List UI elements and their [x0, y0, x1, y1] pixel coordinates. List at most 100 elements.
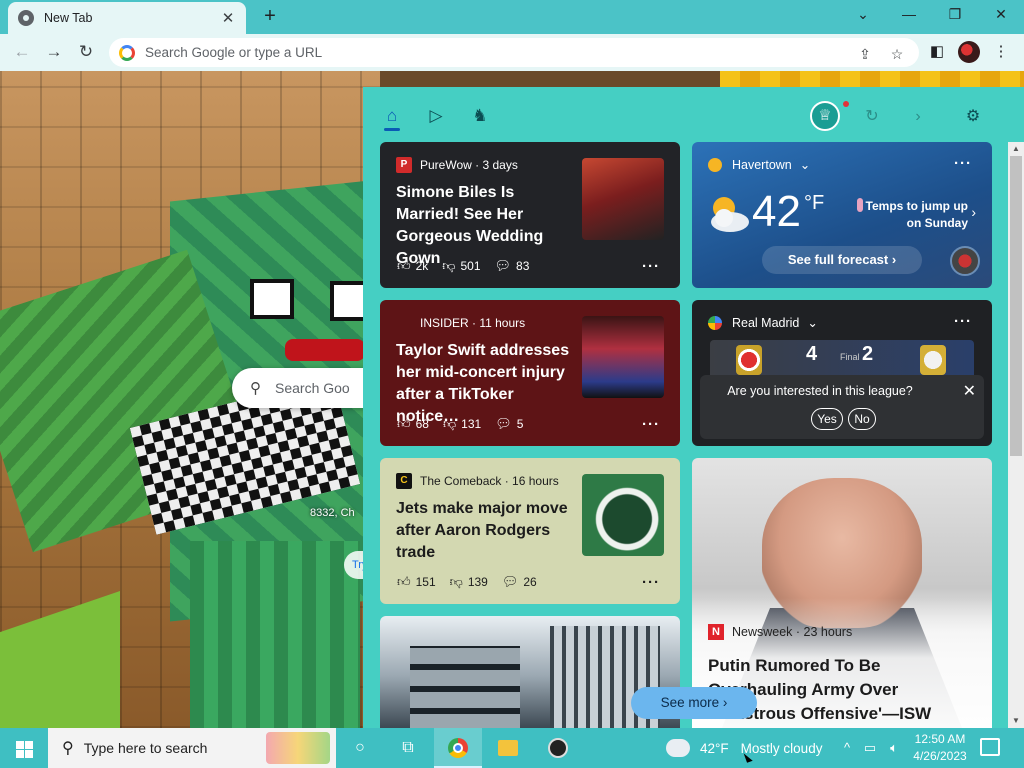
chevron-right-icon[interactable]: ›: [971, 204, 976, 220]
show-hidden-icons-chevron-up-icon[interactable]: ^: [838, 728, 856, 768]
refresh-icon[interactable]: ↻: [862, 107, 882, 127]
start-button[interactable]: [0, 728, 48, 768]
chrome-taskbar-button[interactable]: [434, 728, 482, 768]
windows-logo-icon: [25, 741, 33, 749]
reaction-bar: 👍︎ 68 👎︎ 131 💬︎ 5: [397, 416, 537, 432]
partly-cloudy-icon: [711, 197, 749, 232]
file-explorer-button[interactable]: [484, 728, 532, 768]
temperature-value: 42: [752, 187, 801, 236]
like-button[interactable]: 👍︎ 68: [397, 416, 429, 432]
comment-button[interactable]: 💬︎ 5: [495, 416, 523, 432]
see-more-button[interactable]: See more ›: [631, 687, 757, 719]
back-button[interactable]: ←: [10, 40, 34, 64]
like-button[interactable]: 👍︎ 2k: [397, 258, 428, 274]
bookmark-star-icon[interactable]: ☆: [889, 46, 905, 62]
thumbs-up-icon: 👍︎: [397, 574, 411, 589]
scroll-down-icon[interactable]: ▼: [1008, 714, 1024, 728]
source-label: PureWow · 3 days: [420, 158, 518, 172]
scroll-thumb[interactable]: [1010, 156, 1022, 456]
tab-search-dropdown-icon[interactable]: ⌄: [840, 0, 886, 30]
obs-button[interactable]: [534, 728, 582, 768]
comment-button[interactable]: 💬︎ 26: [502, 574, 537, 590]
location-label: Havertown: [732, 157, 792, 172]
taskbar-temperature: 42°F: [700, 740, 729, 756]
temperature-unit: °F: [804, 192, 825, 214]
source-label: The Comeback · 16 hours: [420, 474, 559, 488]
new-tab-button[interactable]: +: [258, 5, 282, 29]
more-options-icon[interactable]: ···: [642, 258, 660, 275]
close-window-button[interactable]: ✕: [978, 0, 1024, 30]
task-view-icon[interactable]: ⧉: [384, 728, 432, 768]
chevron-right-icon[interactable]: ›: [908, 107, 928, 127]
dislike-button[interactable]: 👎︎ 501: [442, 258, 480, 274]
more-options-icon[interactable]: ···: [642, 574, 660, 591]
rewards-icon[interactable]: ♕: [810, 101, 840, 131]
video-tab-icon[interactable]: ▷: [425, 105, 447, 127]
news-headline[interactable]: Simone Biles Is Married! See Her Gorgeou…: [396, 182, 576, 270]
restore-button[interactable]: ❐: [932, 0, 978, 30]
scroll-up-icon[interactable]: ▲: [1008, 142, 1024, 156]
taskbar-search-box[interactable]: ⚲ Type here to search: [48, 728, 336, 768]
comment-button[interactable]: 💬︎ 83: [495, 258, 530, 274]
close-icon[interactable]: ✕: [963, 381, 976, 401]
comment-count: 83: [516, 259, 530, 273]
share-icon[interactable]: ⇪: [857, 46, 873, 62]
page-scrollbar[interactable]: ▲ ▼: [1008, 142, 1024, 728]
more-options-icon[interactable]: ···: [954, 313, 972, 330]
source-label: Newsweek · 23 hours: [732, 625, 853, 639]
widgets-panel: ⌂ ▷ ♞ ♕ ↻ › ⚙ P PureWow · 3 days Simone …: [363, 87, 1024, 728]
minimize-button[interactable]: —: [886, 0, 932, 30]
thumbs-down-icon: 👎︎: [442, 416, 457, 431]
reload-button[interactable]: ↻: [74, 40, 98, 64]
close-tab-icon[interactable]: ✕: [220, 9, 236, 27]
cortana-icon[interactable]: ○: [336, 728, 384, 768]
settings-gear-icon[interactable]: ⚙: [963, 107, 983, 127]
no-button[interactable]: No: [848, 408, 876, 430]
news-headline[interactable]: Taylor Swift addresses her mid-concert i…: [396, 340, 576, 428]
comment-icon: 💬︎: [501, 574, 519, 589]
sports-team-selector[interactable]: Real Madrid ⌄: [708, 315, 818, 330]
tab-new-tab[interactable]: New Tab ✕: [8, 2, 246, 34]
browser-toolbar: ← → ↻ Search Google or type a URL ⇪ ☆ ◧ …: [0, 34, 1024, 71]
news-card[interactable]: C The Comeback · 16 hours Jets make majo…: [380, 458, 680, 604]
taskbar-weather[interactable]: 42°F Mostly cloudy: [662, 728, 822, 768]
dislike-count: 131: [461, 417, 482, 431]
notification-center-icon[interactable]: [980, 738, 1000, 756]
forward-button[interactable]: →: [42, 40, 66, 64]
games-tab-icon[interactable]: ♞: [469, 105, 491, 127]
like-button[interactable]: 👍︎ 151: [397, 574, 436, 590]
sports-card[interactable]: Real Madrid ⌄ ··· 4 Final 2 Are you inte…: [692, 300, 992, 446]
chrome-menu-icon[interactable]: ⋮: [990, 41, 1012, 63]
news-card[interactable]: INSIDER · 11 hours Taylor Swift addresse…: [380, 300, 680, 446]
weather-card[interactable]: Havertown ⌄ ··· 42 °F Temps to jump up o…: [692, 142, 992, 288]
chevron-down-icon: ⌄: [799, 158, 811, 172]
news-headline[interactable]: Jets make major move after Aaron Rodgers…: [396, 498, 576, 564]
system-clock[interactable]: 12:50 AM 4/26/2023: [910, 731, 970, 765]
weather-radar-icon[interactable]: [950, 246, 980, 276]
news-card[interactable]: P PureWow · 3 days Simone Biles Is Marri…: [380, 142, 680, 288]
clock-date: 4/26/2023: [913, 749, 967, 763]
address-bar-placeholder: Search Google or type a URL: [145, 45, 323, 60]
scoreboard[interactable]: 4 Final 2: [710, 340, 974, 380]
thumbs-down-icon: 👎︎: [449, 574, 463, 589]
dislike-button[interactable]: 👎︎ 139: [450, 574, 488, 590]
network-icon[interactable]: ▭: [860, 728, 880, 768]
background-caption: 8332, Ch: [310, 507, 355, 519]
prompt-question: Are you interested in this league?: [727, 384, 913, 398]
more-options-icon[interactable]: ···: [642, 416, 660, 433]
weather-note[interactable]: Temps to jump up on Sunday: [858, 198, 968, 232]
volume-icon[interactable]: 🔈︎: [884, 728, 904, 768]
profile-avatar[interactable]: [958, 41, 980, 63]
home-tab-icon[interactable]: ⌂: [381, 105, 403, 127]
dislike-button[interactable]: 👎︎ 131: [443, 416, 481, 432]
side-panel-icon[interactable]: ◧: [926, 41, 948, 63]
see-full-forecast-button[interactable]: See full forecast ›: [762, 246, 922, 274]
source-label: INSIDER · 11 hours: [420, 316, 526, 330]
windows-logo-icon: [16, 750, 24, 758]
more-options-icon[interactable]: ···: [954, 155, 972, 172]
news-thumbnail: [582, 316, 664, 398]
weather-location[interactable]: Havertown ⌄: [708, 157, 810, 172]
insider-logo-icon: [396, 315, 412, 331]
address-bar[interactable]: Search Google or type a URL ⇪ ☆: [109, 38, 919, 67]
yes-button[interactable]: Yes: [811, 408, 843, 430]
